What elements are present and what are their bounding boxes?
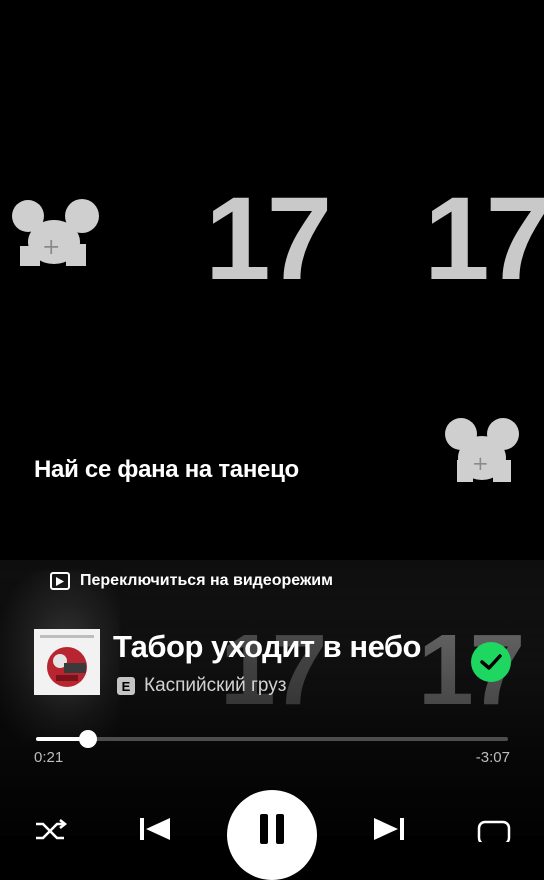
check-icon: [480, 654, 502, 670]
skip-next-icon[interactable]: [370, 816, 406, 840]
switch-to-video-label: Переключиться на видеорежим: [80, 572, 333, 589]
album-cover-art: [34, 629, 100, 695]
skip-previous-icon[interactable]: [138, 816, 174, 840]
mouse-silhouette-icon: +: [12, 199, 99, 266]
switch-to-video-button[interactable]: Переключиться на видеорежим: [50, 572, 333, 590]
track-title[interactable]: Табор уходит в небо: [113, 629, 422, 665]
progress-bar[interactable]: [36, 730, 508, 748]
lyric-line: Най се фана на танецо: [34, 456, 299, 483]
canvas-number-1: 17: [205, 173, 332, 305]
play-box-icon: [50, 572, 70, 590]
artist-row: E Каспийский груз: [117, 675, 286, 697]
progress-thumb[interactable]: [78, 730, 97, 748]
pause-button[interactable]: [227, 790, 317, 880]
repeat-icon[interactable]: [476, 818, 512, 842]
remaining-time: -3:07: [475, 749, 510, 766]
svg-text:+: +: [472, 451, 489, 475]
liked-check-button[interactable]: [471, 642, 511, 682]
mouse-silhouette-icon: +: [445, 418, 519, 482]
artist-name[interactable]: Каспийский груз: [144, 675, 286, 697]
album-cover[interactable]: [34, 629, 100, 695]
shuffle-icon[interactable]: [34, 818, 68, 844]
explicit-badge: E: [117, 677, 135, 695]
canvas-number-2: 17: [424, 173, 544, 305]
elapsed-time: 0:21: [34, 749, 64, 766]
svg-text:+: +: [42, 235, 60, 260]
pause-icon: [260, 814, 284, 844]
